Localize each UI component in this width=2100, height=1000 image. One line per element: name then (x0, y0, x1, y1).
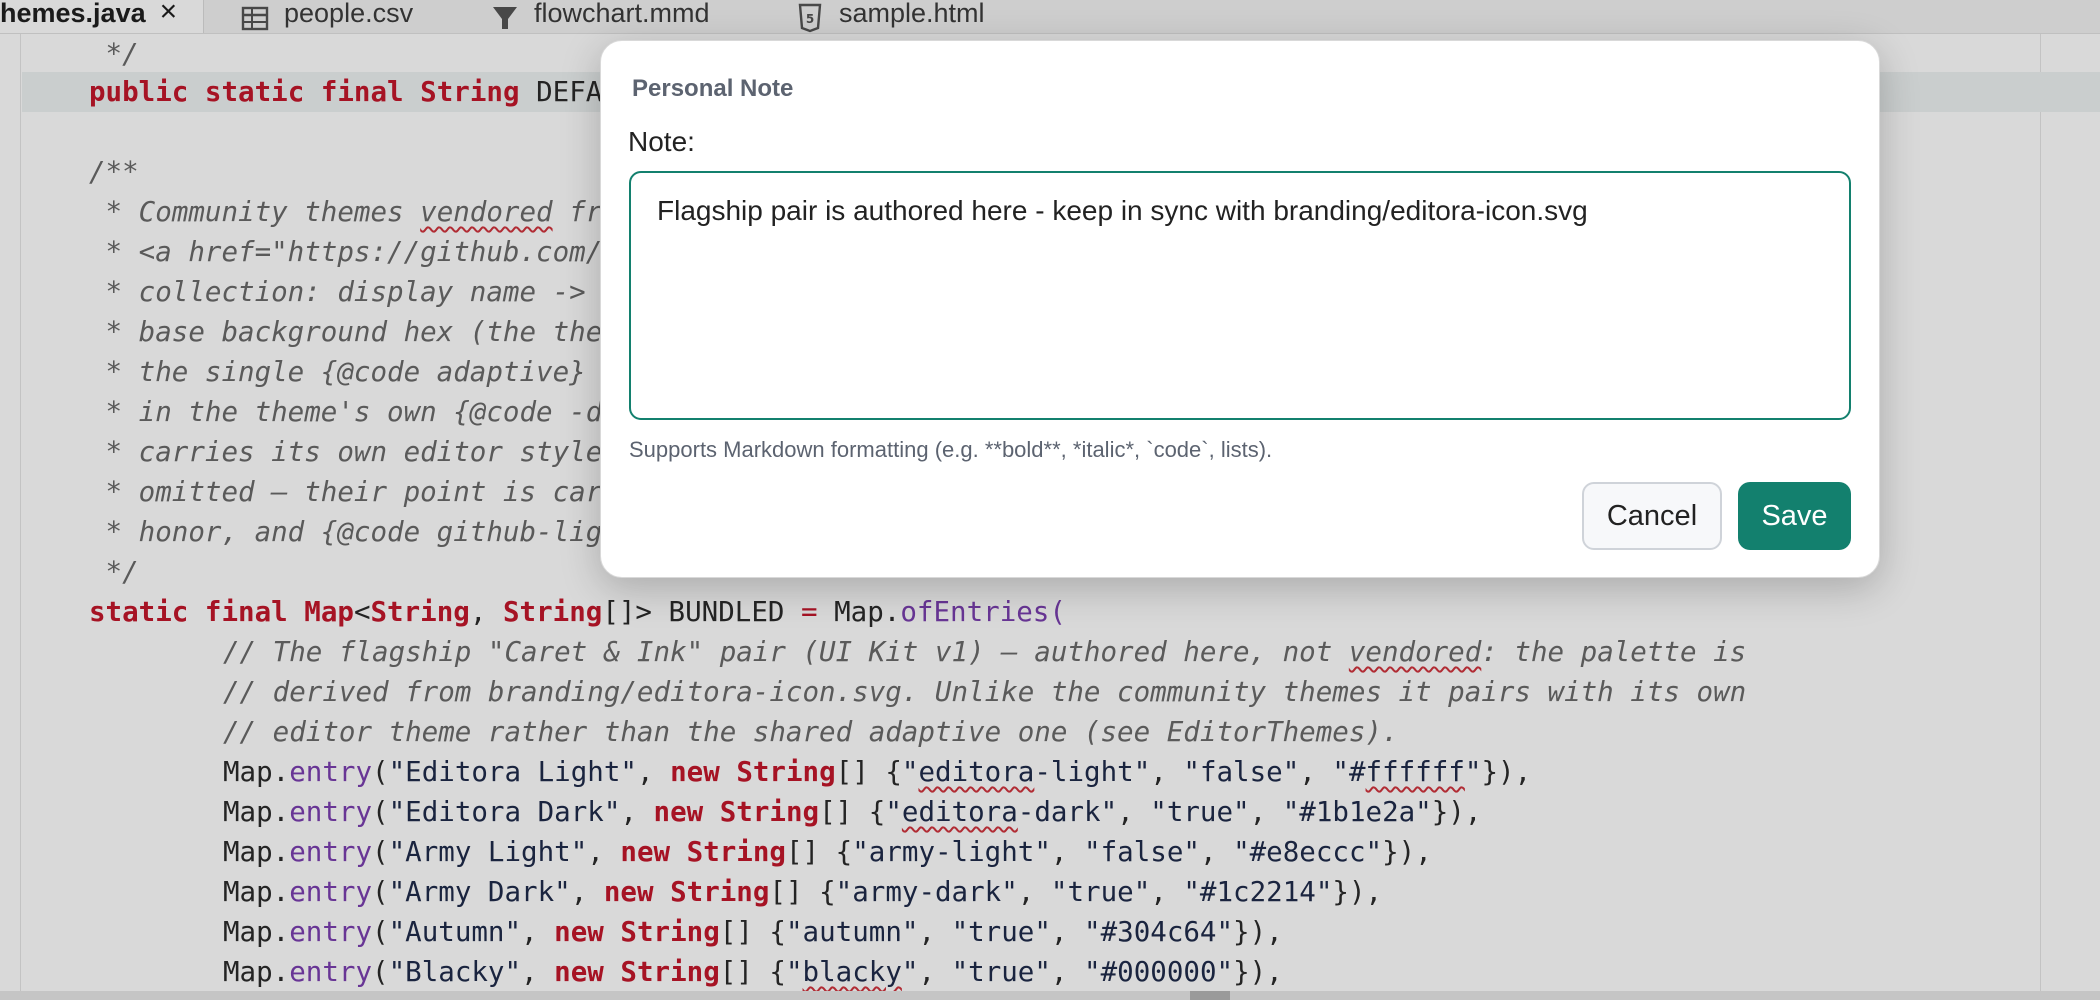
markdown-hint: Supports Markdown formatting (e.g. **bol… (629, 437, 1273, 462)
cancel-button[interactable]: Cancel (1582, 482, 1722, 550)
personal-note-dialog: Personal Note Note: Flagship pair is aut… (600, 40, 1880, 578)
note-label: Note: (628, 126, 695, 157)
dialog-title: Personal Note (632, 75, 794, 102)
save-button[interactable]: Save (1738, 482, 1851, 550)
note-textarea[interactable]: Flagship pair is authored here - keep in… (629, 171, 1851, 420)
